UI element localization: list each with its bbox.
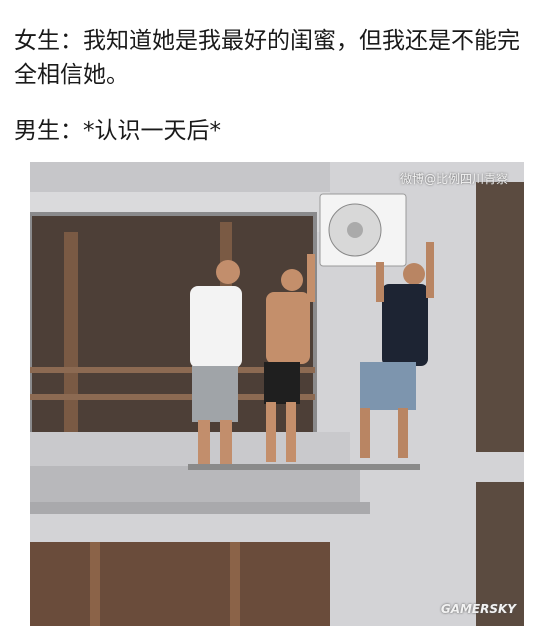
caption-girl: 女生：我知道她是我最好的闺蜜，但我还是不能完全相信她。	[14, 28, 520, 88]
platform	[188, 464, 420, 470]
meme-photo: 微博@比例四川青察 GAMERSKY	[30, 162, 524, 626]
window-right	[476, 182, 524, 452]
photo-illustration	[30, 162, 524, 626]
caption-boy: 男生：*认识一天后*	[14, 118, 221, 144]
watermark-top: 微博@比例四川青察	[399, 172, 508, 186]
watermark-bottom: GAMERSKY	[440, 602, 516, 616]
